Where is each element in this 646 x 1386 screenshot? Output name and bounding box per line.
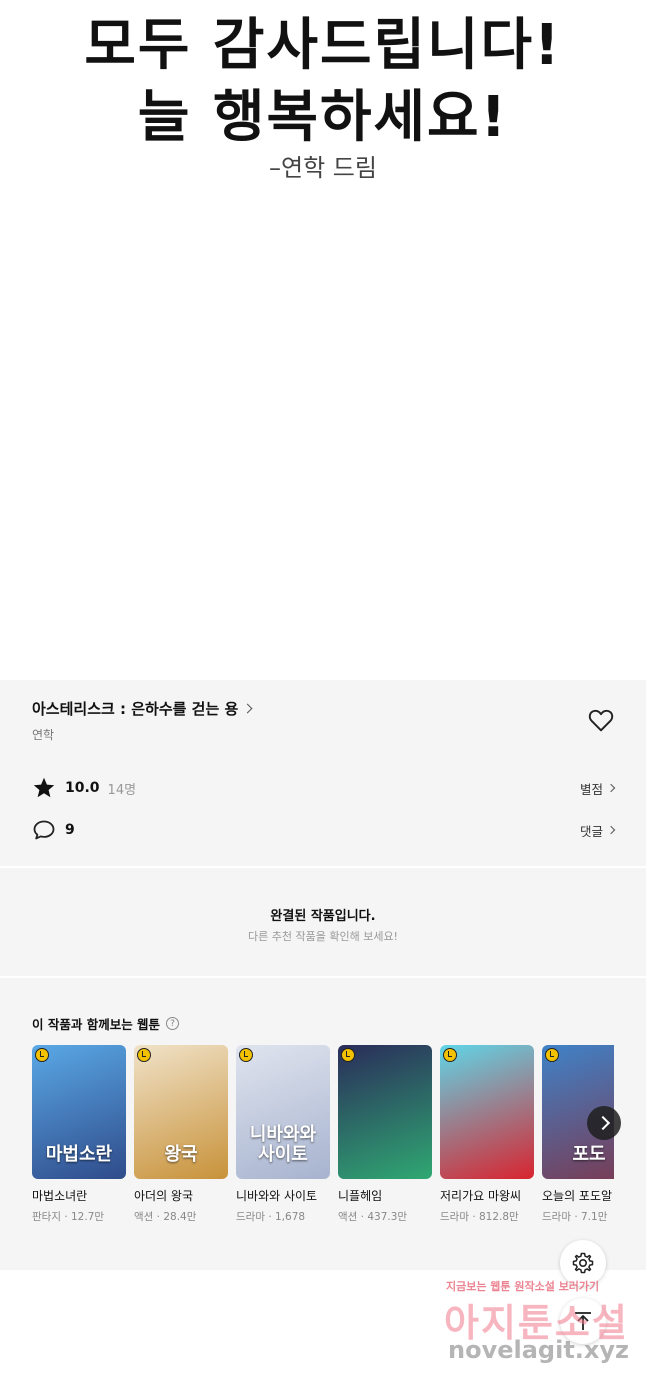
rating-link-label: 별점 <box>579 781 603 797</box>
author-signature: –연학 드림 <box>269 154 377 182</box>
carousel-next-button[interactable] <box>587 1106 621 1140</box>
wait-free-badge-icon <box>443 1048 457 1062</box>
work-info-panel: 아스테리스크 : 은하수를 걷는 용 연학 10.0 14명 별점 9 댓글 <box>0 680 646 866</box>
thanks-message-line1: 모두 감사드립니다! <box>84 13 562 78</box>
recommendation-meta: 드라마 · 812.8만 <box>440 1211 519 1223</box>
comment-link[interactable]: 댓글 <box>579 821 616 840</box>
rating-row: 10.0 14명 별점 <box>32 776 616 800</box>
recommendation-cover: 니바와와 사이토 <box>236 1045 330 1179</box>
comment-row: 9 댓글 <box>32 818 616 842</box>
recommendation-card[interactable]: 왕국아더의 왕국액션 · 28.4만 <box>134 1045 228 1223</box>
recommendation-meta: 드라마 · 7.1만 <box>542 1211 608 1223</box>
arrow-up-icon <box>575 1312 591 1330</box>
comment-count: 9 <box>65 822 75 838</box>
recommendation-meta: 액션 · 437.3만 <box>338 1211 408 1223</box>
cover-title-text: 포도 <box>572 1144 606 1166</box>
recommendation-title: 마법소녀란 <box>32 1189 88 1203</box>
work-title-link[interactable]: 아스테리스크 : 은하수를 걷는 용 <box>32 698 253 719</box>
help-icon[interactable]: ? <box>166 1017 180 1030</box>
scroll-top-button[interactable] <box>560 1298 606 1344</box>
recommendation-title: 저리가요 마왕씨 <box>440 1189 522 1203</box>
recommendation-card[interactable]: 저리가요 마왕씨드라마 · 812.8만 <box>440 1045 534 1223</box>
recommendation-heading-text: 이 작품과 함께보는 웹툰 <box>32 1017 161 1032</box>
recommendation-carousel: 마법소란 마법소녀란 판타지 · 12.7만 왕국 아더의 왕국 액션 · 28.4만 니바… <box>32 1045 614 1235</box>
wait-free-badge-icon <box>239 1048 253 1062</box>
wait-free-badge-icon <box>137 1048 151 1062</box>
cover-title-text: 마법소란 <box>45 1144 113 1166</box>
recommendation-section: 이 작품과 함께보는 웹툰 ? 마법소란 마법소녀란 판타지 · 12.7만 왕국 아더… <box>0 978 646 1270</box>
chevron-right-icon <box>606 825 616 835</box>
chevron-right-icon <box>606 783 616 793</box>
cover-title-text: 왕국 <box>164 1144 198 1166</box>
thanks-message-line2: 늘 행복하세요! <box>137 85 509 150</box>
rating-count: 14명 <box>107 782 137 798</box>
heart-icon[interactable] <box>588 708 614 732</box>
work-author: 연학 <box>32 728 55 742</box>
star-icon <box>33 777 55 798</box>
recommendation-cover <box>338 1045 432 1179</box>
settings-button[interactable] <box>560 1240 606 1286</box>
recommendation-card[interactable]: 마법소란마법소녀란판타지 · 12.7만 <box>32 1045 126 1223</box>
recommendation-title: 니바와와 사이토 <box>236 1189 318 1203</box>
comment-icon <box>33 820 55 840</box>
recommendation-cover: 왕국 <box>134 1045 228 1179</box>
recommendation-card[interactable]: 니플헤임액션 · 437.3만 <box>338 1045 432 1223</box>
completion-title: 완결된 작품입니다. <box>270 909 376 924</box>
work-title: 아스테리스크 : 은하수를 걷는 용 <box>32 700 239 718</box>
rating-link[interactable]: 별점 <box>579 779 616 798</box>
recommendation-meta: 드라마 · 1,678 <box>236 1211 306 1223</box>
rating-value: 10.0 <box>65 780 100 796</box>
wait-free-badge-icon <box>545 1048 559 1062</box>
completion-subtitle: 다른 추천 작품을 확인해 보세요! <box>248 930 398 943</box>
completion-notice: 완결된 작품입니다. 다른 추천 작품을 확인해 보세요! <box>0 868 646 976</box>
watermark-url: novelagit.xyz <box>448 1336 630 1364</box>
cover-title-text: 니바와와 사이토 <box>249 1124 317 1166</box>
wait-free-badge-icon <box>35 1048 49 1062</box>
recommendation-meta: 액션 · 28.4만 <box>134 1211 197 1223</box>
gear-icon <box>572 1252 594 1274</box>
comment-link-label: 댓글 <box>579 823 603 839</box>
wait-free-badge-icon <box>341 1048 355 1062</box>
recommendation-card[interactable]: 니바와와 사이토 니바와와 사이토 드라마 · 1,678 <box>236 1045 330 1223</box>
recommendation-title: 아더의 왕국 <box>134 1189 194 1203</box>
recommendation-meta: 판타지 · 12.7만 <box>32 1211 105 1223</box>
recommendation-heading: 이 작품과 함께보는 웹툰 ? <box>32 1014 180 1033</box>
recommendation-title: 오늘의 포도알 <box>542 1189 613 1203</box>
recommendation-title: 니플헤임 <box>338 1189 383 1203</box>
chevron-right-icon <box>242 703 253 714</box>
recommendation-cover: 마법소란 <box>32 1045 126 1179</box>
episode-last-panel: 모두 감사드립니다! 늘 행복하세요! –연학 드림 <box>0 0 646 680</box>
recommendation-cover <box>440 1045 534 1179</box>
